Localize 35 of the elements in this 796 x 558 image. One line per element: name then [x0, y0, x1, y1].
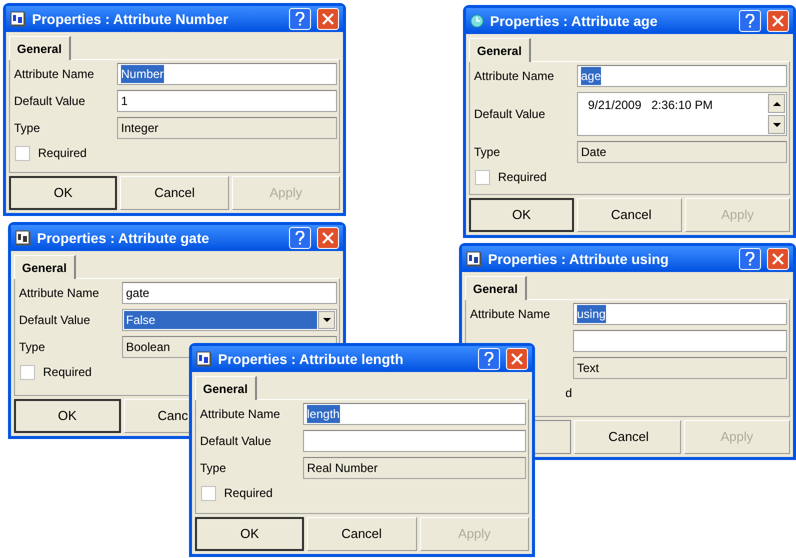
field-value: age — [581, 67, 602, 85]
field-value: length — [307, 405, 340, 423]
field-label: Attribute Name — [19, 286, 100, 300]
field-label: Type — [19, 340, 46, 354]
field-label: Default Value — [19, 313, 90, 327]
field-label: Default Value — [14, 94, 86, 108]
field-label: Type — [474, 145, 500, 159]
checkbox-label: Required — [38, 145, 87, 162]
window-title: Properties : Attribute using — [488, 250, 670, 269]
field-value: Number — [121, 65, 164, 83]
window-title: Properties : Attribute gate — [37, 228, 210, 248]
field-label: Type — [200, 461, 226, 475]
window-title: Properties : Attribute age — [490, 12, 659, 31]
field-label: Attribute Name — [470, 307, 550, 321]
field-label: Default Value — [474, 107, 546, 121]
checkbox-label: Required — [43, 364, 92, 381]
type-value: Date — [581, 144, 606, 161]
dropdown-value: False — [124, 311, 317, 329]
type-value: Text — [577, 360, 600, 377]
type-value: Integer — [121, 120, 158, 137]
field-value: gate — [126, 285, 150, 302]
field-value: 1 — [121, 93, 128, 110]
type-value: Boolean — [126, 339, 170, 356]
checkbox-label: d — [565, 385, 572, 402]
checkbox-label: Required — [498, 169, 547, 186]
type-value: Real Number — [307, 460, 378, 477]
field-label: Type — [14, 121, 40, 135]
field-label: Attribute Name — [14, 67, 94, 81]
field-value: using — [577, 305, 606, 323]
window-title: Properties : Attribute length — [218, 350, 404, 369]
datetime-value: 9/21/2009 2:36:10 PM — [587, 97, 714, 114]
checkbox-label: Required — [224, 485, 273, 502]
window-title: Properties : Attribute Number — [32, 10, 230, 29]
field-label: Default Value — [200, 434, 272, 448]
field-label: Attribute Name — [474, 69, 554, 83]
